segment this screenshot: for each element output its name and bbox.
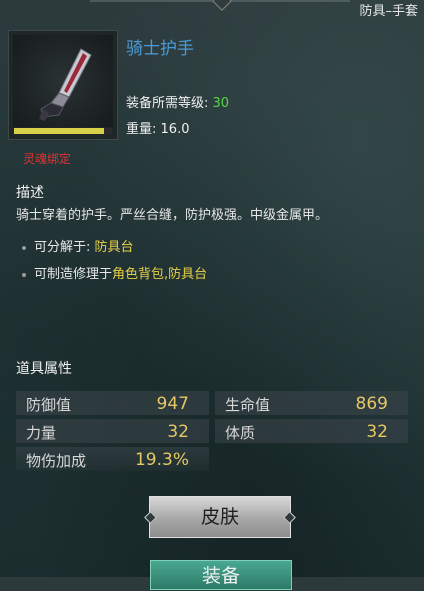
equip-button-label: 装备 <box>201 565 240 587</box>
gauntlet-icon <box>39 48 92 121</box>
item-icon-slot[interactable] <box>8 30 118 140</box>
diamond-left-icon <box>144 511 157 524</box>
attribute-health: 生命值 869 <box>215 391 408 415</box>
weight-row: 重量: 16.0 <box>126 118 189 137</box>
dismantle-station: 防具台 <box>94 240 134 255</box>
craft-repair-stations: 角色背包,防具台 <box>112 267 208 282</box>
durability-bar <box>14 128 112 134</box>
level-requirement-value: 30 <box>212 96 230 111</box>
attributes-title: 道具属性 <box>16 361 72 377</box>
attribute-label: 力量 <box>26 424 57 442</box>
soul-bind-label: 灵魂绑定 <box>23 152 72 166</box>
attribute-value: 32 <box>366 422 388 442</box>
bullet-icon <box>22 272 26 277</box>
weight-label: 重量: <box>126 122 157 137</box>
level-requirement-label: 装备所需等级: <box>126 96 209 111</box>
diamond-right-icon <box>283 511 296 524</box>
attribute-value: 869 <box>355 394 388 414</box>
dismantle-label: 可分解于: <box>34 240 91 255</box>
craft-repair-info: 可制造修理于角色背包,防具台 <box>22 263 207 282</box>
attribute-strength: 力量 32 <box>16 419 209 443</box>
skin-button-label: 皮肤 <box>200 506 239 528</box>
attribute-label: 生命值 <box>225 396 271 414</box>
weight-value: 16.0 <box>160 122 190 137</box>
attribute-label: 物伤加成 <box>26 452 87 470</box>
level-requirement: 装备所需等级: 30 <box>126 92 229 111</box>
description-title: 描述 <box>16 185 44 201</box>
attribute-value: 947 <box>156 394 189 414</box>
dismantle-info: 可分解于: 防具台 <box>22 236 134 255</box>
description-text: 骑士穿着的护手。严丝合缝，防护极强。中级金属甲。 <box>16 208 329 223</box>
item-category: 防具–手套 <box>359 4 418 19</box>
craft-repair-label: 可制造修理于 <box>34 267 113 282</box>
durability-bar-fill <box>14 128 105 134</box>
attribute-value: 32 <box>167 422 189 442</box>
attribute-label: 防御值 <box>26 396 72 414</box>
skin-button[interactable]: 皮肤 <box>144 496 296 538</box>
equip-button[interactable]: 装备 <box>150 560 292 590</box>
attribute-constitution: 体质 32 <box>215 419 408 443</box>
item-name: 骑士护手 <box>126 39 194 59</box>
attribute-defense: 防御值 947 <box>16 391 209 415</box>
attribute-value: 19.3% <box>134 450 189 470</box>
attribute-label: 体质 <box>225 424 256 442</box>
attribute-physical-damage-bonus: 物伤加成 19.3% <box>16 447 209 471</box>
bullet-icon <box>22 245 26 250</box>
